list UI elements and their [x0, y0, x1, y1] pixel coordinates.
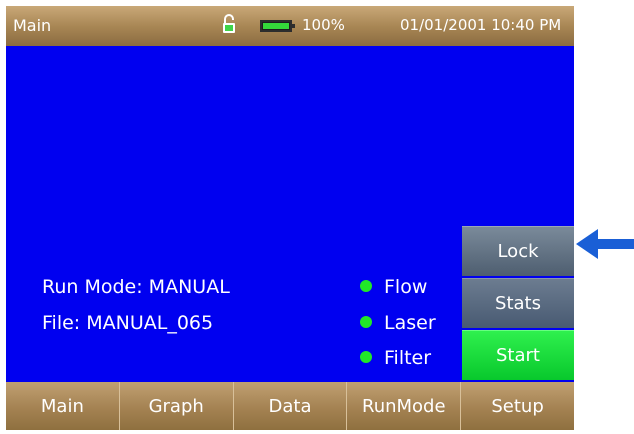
status-bar: Main 100% 01/01/2001 10:40 PM	[6, 6, 574, 46]
nav-main[interactable]: Main	[6, 382, 120, 430]
run-mode-label: Run Mode: MANUAL	[42, 276, 230, 298]
status-dot-icon	[360, 350, 372, 363]
lock-button[interactable]: Lock	[462, 226, 574, 276]
status-filter: Filter	[360, 347, 431, 369]
status-filter-label: Filter	[384, 347, 432, 369]
battery-tip	[292, 24, 295, 28]
arrow-left-icon	[576, 229, 634, 259]
unlocked-padlock-icon[interactable]	[221, 14, 237, 34]
nav-graph[interactable]: Graph	[119, 382, 234, 430]
stats-button[interactable]: Stats	[462, 278, 574, 328]
status-laser: Laser	[360, 312, 436, 334]
status-flow: Flow	[360, 276, 427, 298]
nav-setup[interactable]: Setup	[461, 382, 574, 430]
status-flow-label: Flow	[384, 276, 428, 298]
file-label: File: MANUAL_065	[42, 312, 214, 334]
status-dot-icon	[360, 315, 372, 328]
screen-title: Main	[13, 16, 52, 35]
status-laser-label: Laser	[384, 312, 436, 334]
bottom-nav: Main Graph Data RunMode Setup	[6, 382, 574, 430]
nav-runmode[interactable]: RunMode	[347, 382, 462, 430]
start-button[interactable]: Start	[462, 330, 574, 380]
battery-percentage: 100%	[302, 16, 345, 34]
device-screen: Main 100% 01/01/2001 10:40 PM Run Mode: …	[6, 6, 574, 430]
status-dot-icon	[360, 279, 372, 292]
battery-icon	[260, 20, 295, 32]
date-time: 01/01/2001 10:40 PM	[400, 16, 562, 34]
battery-fill	[263, 23, 289, 29]
nav-data[interactable]: Data	[233, 382, 348, 430]
